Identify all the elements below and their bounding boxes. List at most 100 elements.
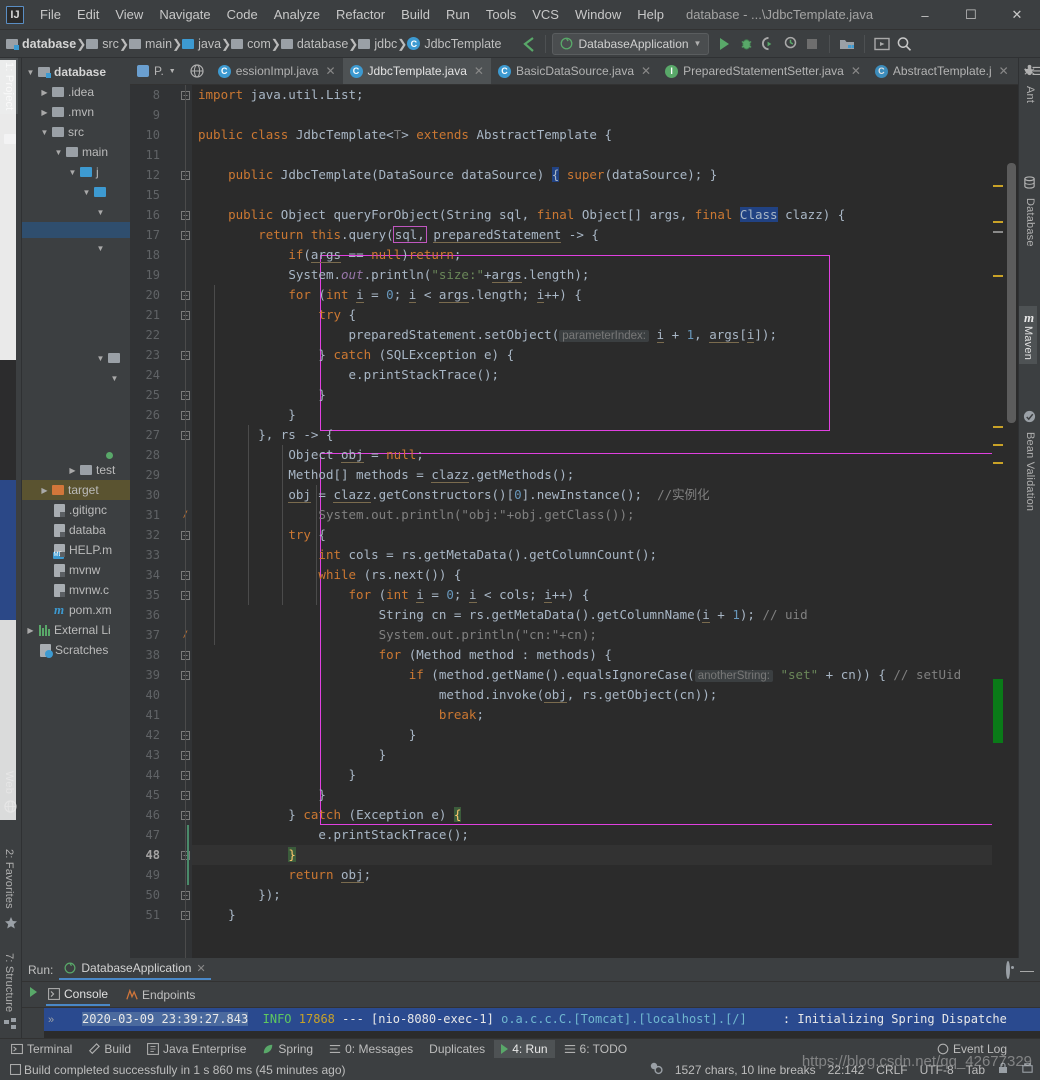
code-line[interactable]: try { bbox=[192, 305, 356, 325]
breadcrumb-java[interactable]: java bbox=[182, 37, 221, 51]
sidebar-item-database[interactable]: Database bbox=[1021, 194, 1039, 251]
run-with-coverage-icon[interactable] bbox=[757, 33, 779, 55]
code-line[interactable]: Object obj = null; bbox=[192, 445, 424, 465]
code-line[interactable]: break; bbox=[192, 705, 484, 725]
tab-preparedstatementsetter[interactable]: I PreparedStatementSetter.java ✕ bbox=[658, 58, 868, 84]
code-line[interactable]: } bbox=[192, 725, 416, 745]
tree-node-pom-xml[interactable]: mpom.xm bbox=[22, 600, 130, 620]
breadcrumb-database-pkg[interactable]: database bbox=[281, 37, 348, 51]
console-output[interactable]: » 2020-03-09 23:39:27.843 INFO 17868 ---… bbox=[44, 1008, 1040, 1038]
tree-node-database-file[interactable]: databa bbox=[22, 520, 130, 540]
minimize-icon[interactable]: — bbox=[1020, 962, 1034, 978]
bottom-tab-build[interactable]: Build bbox=[81, 1040, 138, 1058]
run-configuration-selector[interactable]: DatabaseApplication ▼ bbox=[552, 33, 709, 55]
code-line[interactable]: }); bbox=[192, 885, 281, 905]
tree-node-src[interactable]: ▼src bbox=[22, 122, 130, 142]
menu-view[interactable]: View bbox=[107, 3, 151, 26]
code-line[interactable]: for (int i = 0; i < args.length; i++) { bbox=[192, 285, 582, 305]
code-line[interactable]: } bbox=[192, 385, 326, 405]
code-line[interactable]: String cn = rs.getMetaData().getColumnNa… bbox=[192, 605, 808, 625]
code-line[interactable]: e.printStackTrace(); bbox=[192, 365, 499, 385]
code-line[interactable]: } catch (SQLException e) { bbox=[192, 345, 514, 365]
run-tab-databaseapplication[interactable]: DatabaseApplication ✕ bbox=[59, 959, 210, 980]
back-arrow-icon[interactable] bbox=[519, 34, 539, 54]
menu-build[interactable]: Build bbox=[393, 3, 438, 26]
menu-window[interactable]: Window bbox=[567, 3, 629, 26]
code-line[interactable] bbox=[192, 145, 206, 165]
menu-refactor[interactable]: Refactor bbox=[328, 3, 393, 26]
code-line[interactable]: for (Method method : methods) { bbox=[192, 645, 612, 665]
code-line[interactable]: } bbox=[192, 905, 236, 925]
code-line[interactable]: public class JdbcTemplate<T> extends Abs… bbox=[192, 125, 612, 145]
bottom-tab-event-log[interactable]: Event Log bbox=[930, 1040, 1014, 1058]
tree-node-main[interactable]: ▼main bbox=[22, 142, 130, 162]
bottom-tab-terminal[interactable]: Terminal bbox=[4, 1040, 79, 1058]
tree-node-mvnw[interactable]: mvnw bbox=[22, 560, 130, 580]
tree-node-external-libraries[interactable]: ▶External Li bbox=[22, 620, 130, 640]
build-project-icon[interactable] bbox=[836, 33, 858, 55]
tab-console[interactable]: Console bbox=[46, 984, 110, 1006]
search-everywhere-icon[interactable] bbox=[893, 33, 915, 55]
editor-marker-column[interactable] bbox=[992, 85, 1004, 1000]
close-icon[interactable]: ✕ bbox=[474, 64, 484, 78]
menu-run[interactable]: Run bbox=[438, 3, 478, 26]
close-button[interactable]: ✕ bbox=[994, 0, 1040, 30]
expand-icon[interactable]: » bbox=[48, 1014, 54, 1026]
code-line[interactable]: System.out.println("size:"+args.length); bbox=[192, 265, 589, 285]
code-line[interactable]: } bbox=[192, 785, 326, 805]
code-line[interactable]: preparedStatement.setObject(parameterInd… bbox=[192, 325, 777, 345]
tree-node-scratches[interactable]: Scratches bbox=[22, 640, 130, 660]
code-line[interactable]: } bbox=[192, 845, 1018, 865]
bottom-tab-run[interactable]: 4: Run bbox=[494, 1040, 554, 1058]
sidebar-item-favorites[interactable]: 2: Favorites bbox=[0, 845, 18, 913]
gear-icon[interactable] bbox=[1006, 963, 1010, 977]
code-line[interactable]: if(args == null)return; bbox=[192, 245, 461, 265]
code-line[interactable]: for (int i = 0; i < cols; i++) { bbox=[192, 585, 589, 605]
menu-analyze[interactable]: Analyze bbox=[266, 3, 328, 26]
editor-gutter[interactable]: 8−9101112+1516−17−181920−21−2223−2425−26… bbox=[130, 85, 192, 1000]
code-line[interactable]: return this.query(sql, preparedStatement… bbox=[192, 225, 599, 245]
tree-node-help-md[interactable]: MDHELP.m bbox=[22, 540, 130, 560]
profiler-icon[interactable] bbox=[779, 33, 801, 55]
code-line[interactable]: while (rs.next()) { bbox=[192, 565, 461, 585]
bottom-tab-java-enterprise[interactable]: Java Enterprise bbox=[140, 1040, 253, 1058]
breadcrumb-jdbctemplate[interactable]: CJdbcTemplate bbox=[407, 37, 501, 51]
menu-vcs[interactable]: VCS bbox=[524, 3, 567, 26]
code-line[interactable]: public Object queryForObject(String sql,… bbox=[192, 205, 845, 225]
code-line[interactable]: Method[] methods = clazz.getMethods(); bbox=[192, 465, 574, 485]
menu-code[interactable]: Code bbox=[219, 3, 266, 26]
code-line[interactable]: System.out.println("cn:"+cn); bbox=[192, 625, 597, 645]
inspections-icon[interactable] bbox=[649, 1061, 663, 1078]
status-toggle-icon[interactable] bbox=[6, 1064, 24, 1075]
menu-file[interactable]: File bbox=[32, 3, 69, 26]
status-line-separator[interactable]: CRLF bbox=[876, 1063, 907, 1077]
update-application-icon[interactable] bbox=[871, 33, 893, 55]
tab-sessionimpl[interactable]: C essionImpl.java ✕ bbox=[211, 58, 343, 84]
code-line[interactable]: } bbox=[192, 765, 356, 785]
tab-basicdatasource[interactable]: C BasicDataSource.java ✕ bbox=[491, 58, 658, 84]
code-line[interactable]: e.printStackTrace(); bbox=[192, 825, 469, 845]
lock-icon[interactable] bbox=[997, 1062, 1009, 1077]
code-line[interactable] bbox=[192, 105, 206, 125]
status-indent[interactable]: Tab bbox=[966, 1063, 985, 1077]
status-encoding[interactable]: UTF-8 bbox=[920, 1063, 954, 1077]
code-line[interactable]: obj = clazz.getConstructors()[0].newInst… bbox=[192, 485, 710, 505]
code-line[interactable]: int cols = rs.getMetaData().getColumnCou… bbox=[192, 545, 657, 565]
tree-node-test[interactable]: ▶test bbox=[22, 460, 130, 480]
code-line[interactable]: try { bbox=[192, 525, 326, 545]
menu-navigate[interactable]: Navigate bbox=[151, 3, 218, 26]
tab-project-toggle[interactable]: P. ▼ bbox=[130, 58, 183, 84]
menu-tools[interactable]: Tools bbox=[478, 3, 524, 26]
code-line[interactable]: System.out.println("obj:"+obj.getClass()… bbox=[192, 505, 635, 525]
debug-icon[interactable] bbox=[735, 33, 757, 55]
tree-node-target[interactable]: ▶target bbox=[22, 480, 130, 500]
breadcrumb-database[interactable]: database bbox=[6, 37, 76, 51]
minimize-button[interactable]: – bbox=[902, 0, 948, 30]
breadcrumb-jdbc[interactable]: jdbc bbox=[358, 37, 397, 51]
code-line[interactable]: } bbox=[192, 405, 296, 425]
menu-help[interactable]: Help bbox=[629, 3, 672, 26]
tree-node-database[interactable]: ▼database bbox=[22, 62, 130, 82]
stop-icon[interactable] bbox=[801, 33, 823, 55]
code-line[interactable] bbox=[192, 185, 206, 205]
code-line[interactable]: import java.util.List; bbox=[192, 85, 364, 105]
